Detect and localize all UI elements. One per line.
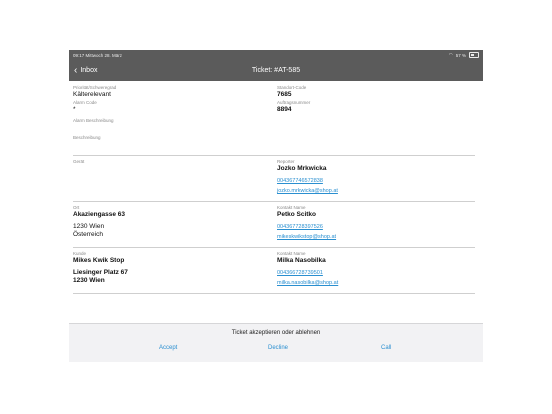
customer-field: Kunde Mikes Kwik Stop Liesinger Platz 67… <box>73 251 128 285</box>
back-label: Inbox <box>80 67 98 74</box>
divider <box>73 247 475 248</box>
alarm-description-label: Alarm Beschreibung <box>73 118 114 123</box>
contact2-name: Milka Nasobilka <box>277 257 326 264</box>
divider <box>73 293 475 294</box>
device-label: Gerät <box>73 159 85 164</box>
alarm-code-value: * <box>73 106 76 113</box>
order-number-field: Auftragsnummer 8894 <box>277 100 310 114</box>
contact2-phone-link[interactable]: 004366728739501 <box>277 269 338 277</box>
contact2-field: Kontakt Name Milka Nasobilka 00436672873… <box>277 251 338 287</box>
battery-icon <box>469 52 479 58</box>
navigation-bar: Ticket: #AT-585 ‹ Inbox <box>69 60 483 81</box>
status-time-date: 09:17 Mittwoch 28. März <box>73 52 123 58</box>
location-city: 1230 Wien <box>73 223 105 230</box>
call-button[interactable]: Call <box>381 345 391 351</box>
device-field: Gerät <box>73 159 84 165</box>
location-field: Ort Akaziengasse 63 1230 Wien Österreich <box>73 205 125 239</box>
alarm-description-field: Alarm Beschreibung <box>73 118 114 124</box>
contact1-field: Kontakt Name Petko Scitko 00436772839752… <box>277 205 336 241</box>
alarm-code-label: Alarm Code <box>73 100 97 105</box>
reporter-phone-link[interactable]: 004367746572838 <box>277 177 338 185</box>
customer-name: Mikes Kwik Stop <box>73 257 125 264</box>
divider <box>73 155 475 156</box>
customer-street: Liesinger Platz 67 <box>73 269 128 276</box>
chevron-left-icon: ‹ <box>74 64 78 76</box>
accept-button[interactable]: Accept <box>159 345 177 351</box>
status-bar: 09:17 Mittwoch 28. März ◠ 57 % <box>69 50 483 60</box>
contact1-phone-link[interactable]: 004367728397526 <box>277 223 336 231</box>
action-sheet-title: Ticket akzeptieren oder ablehnen <box>231 330 321 336</box>
priority-field: Priorität/Schweregrad Kälterelevant <box>73 85 116 99</box>
ipad-screen: 09:17 Mittwoch 28. März ◠ 57 % Ticket: #… <box>69 50 483 362</box>
customer-city: 1230 Wien <box>73 277 105 284</box>
action-sheet: Ticket akzeptieren oder ablehnen Accept … <box>69 323 483 362</box>
reporter-name: Jozko Mrkwicka <box>277 165 327 172</box>
site-code-field: Standort-Code 7685 <box>277 85 306 99</box>
divider <box>73 201 475 202</box>
decline-button[interactable]: Decline <box>268 345 288 351</box>
ticket-details: Priorität/Schweregrad Kälterelevant Stan… <box>69 81 483 311</box>
reporter-field: Reporter Jozko Mrkwicka 004367746572838 … <box>277 159 338 195</box>
page-title: Ticket: #AT-585 <box>251 67 301 74</box>
reporter-email-link[interactable]: jozko.mrkwicka@shop.at <box>277 187 338 195</box>
location-country: Österreich <box>73 231 103 238</box>
battery-percent: 57 % <box>455 52 466 58</box>
alarm-code-field: Alarm Code * <box>73 100 97 114</box>
description-label: Beschreibung <box>73 135 101 140</box>
contact2-email-link[interactable]: milka.nasobilka@shop.at <box>277 279 338 287</box>
contact1-name: Petko Scitko <box>277 211 317 218</box>
priority-value: Kälterelevant <box>73 91 111 98</box>
location-street: Akaziengasse 63 <box>73 211 126 218</box>
description-field: Beschreibung <box>73 135 101 141</box>
order-number-value: 8894 <box>277 106 292 113</box>
wifi-icon: ◠ <box>448 52 453 57</box>
site-code-value: 7685 <box>277 91 292 98</box>
contact1-email-link[interactable]: mikeskwikstop@shop.at <box>277 233 336 241</box>
back-button[interactable]: ‹ Inbox <box>74 60 97 81</box>
